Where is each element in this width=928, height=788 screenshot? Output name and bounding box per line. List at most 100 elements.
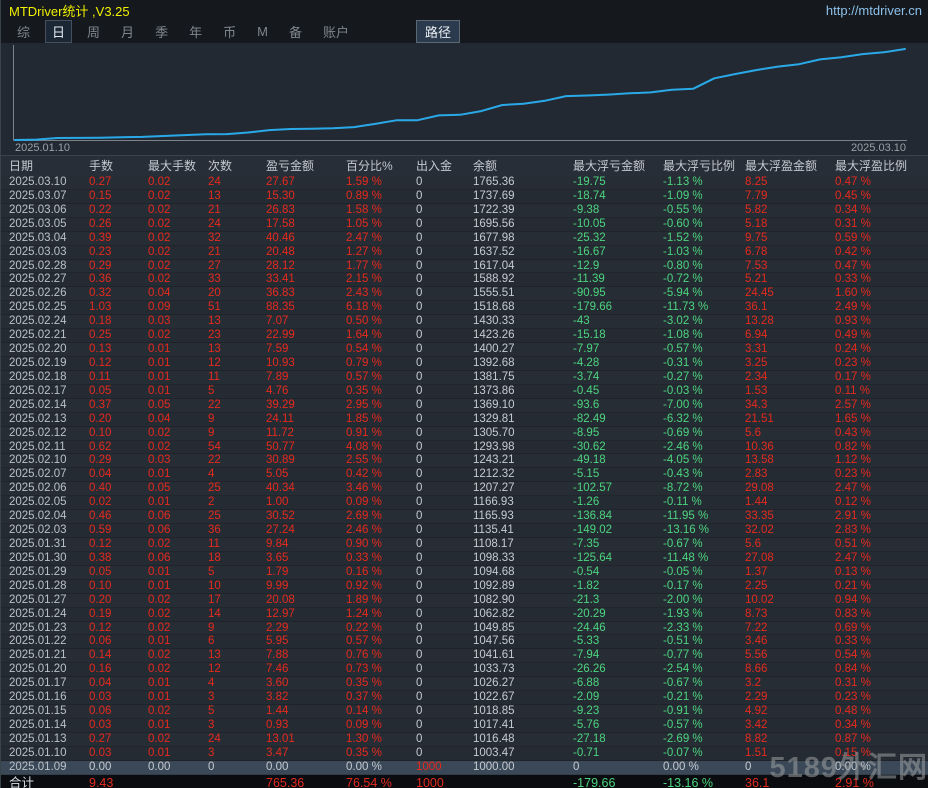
table-row[interactable]: 2025.01.10 0.03 0.01 3 3.47 0.35 % 0 1003.47 -0.… [1, 746, 928, 761]
table-row[interactable]: 2025.03.10 0.27 0.02 24 27.67 1.59 % 0 1765.36 -… [1, 176, 928, 190]
table-row[interactable]: 2025.02.28 0.29 0.02 27 28.12 1.77 % 0 1617.04 -… [1, 259, 928, 274]
column-header[interactable]: 盈亏金额 [264, 156, 344, 176]
cell: 0.02 [148, 217, 171, 230]
table-row[interactable]: 2025.03.07 0.15 0.02 13 15.30 0.89 % 0 1737.69 -… [1, 189, 928, 204]
table-row[interactable]: 2025.02.06 0.40 0.05 25 40.34 3.46 % 0 1207.27 -… [1, 482, 928, 497]
table-row[interactable]: 2025.02.27 0.36 0.02 33 33.41 2.15 % 0 1588.92 -… [1, 273, 928, 288]
cell: 2025.03.10 [9, 176, 67, 188]
column-header[interactable]: 最大手数 [146, 156, 206, 176]
cell: 1400.27 [473, 343, 515, 356]
table-row[interactable]: 2025.03.06 0.22 0.02 21 26.83 1.58 % 0 1722.39 -… [1, 203, 928, 218]
cell: -3.74 [573, 370, 600, 383]
table-row[interactable]: 2025.01.28 0.10 0.01 10 9.99 0.92 % 0 1092.89 -1… [1, 579, 928, 594]
table-row[interactable]: 2025.02.17 0.05 0.01 5 4.76 0.35 % 0 1373.86 -0.… [1, 384, 928, 399]
table-row[interactable]: 2025.01.31 0.12 0.02 11 9.84 0.90 % 0 1108.17 -7… [1, 537, 928, 552]
table-row[interactable]: 2025.01.21 0.14 0.02 13 7.88 0.76 % 0 1041.61 -7… [1, 649, 928, 664]
menu-item-10[interactable]: 账户 [317, 21, 355, 42]
cell: -18.74 [573, 189, 606, 202]
table-row[interactable]: 2025.01.30 0.38 0.06 18 3.65 0.33 % 0 1098.33 -1… [1, 551, 928, 566]
column-header[interactable]: 百分比% [344, 156, 414, 176]
column-header[interactable]: 最大浮亏比例 [661, 156, 743, 176]
table-row[interactable]: 2025.02.10 0.29 0.03 22 30.89 2.55 % 0 1243.21 -… [1, 454, 928, 469]
column-header[interactable]: 最大浮盈比例 [833, 156, 928, 176]
cell: 1.79 [266, 565, 289, 578]
cell: 6 [208, 635, 215, 648]
menu-item-2[interactable]: 日 [45, 20, 73, 43]
cell: 2025.01.09 [9, 760, 67, 773]
table-row[interactable]: 2025.01.13 0.27 0.02 24 13.01 1.30 % 0 1016.48 -… [1, 732, 928, 747]
cell: 6.94 [745, 329, 768, 342]
cell: 2025.02.28 [9, 259, 67, 272]
table-row[interactable]: 2025.02.03 0.59 0.06 36 27.24 2.46 % 0 1135.41 -… [1, 524, 928, 538]
table-row[interactable]: 2025.02.14 0.37 0.05 22 39.29 2.95 % 0 1369.10 -… [1, 398, 928, 413]
table-row[interactable]: 2025.02.20 0.13 0.01 13 7.59 0.54 % 0 1400.27 -7… [1, 343, 928, 357]
cell: -25.32 [573, 231, 606, 244]
table-row[interactable]: 2025.01.17 0.04 0.01 4 3.60 0.35 % 0 1026.27 -6.… [1, 677, 928, 692]
table-row[interactable]: 2025.02.13 0.20 0.04 9 24.11 1.85 % 0 1329.81 -8… [1, 412, 928, 427]
column-header[interactable]: 出入金 [414, 156, 471, 176]
menu-item-3[interactable]: 周 [81, 21, 106, 42]
column-header[interactable]: 最大浮盈金额 [743, 156, 833, 176]
cell: 1000 [416, 760, 442, 773]
table-row[interactable]: 2025.02.26 0.32 0.04 20 36.83 2.43 % 0 1555.51 -… [1, 287, 928, 302]
cell: 0.03 [148, 315, 171, 328]
cell: 27.67 [266, 176, 295, 188]
cell: 4.92 [745, 705, 768, 718]
cell: 10.36 [745, 440, 774, 453]
path-button[interactable]: 路径 [415, 20, 460, 43]
menu-item-9[interactable]: 备 [283, 21, 308, 42]
table-row[interactable]: 2025.02.04 0.46 0.06 25 30.52 2.69 % 0 1165.93 -… [1, 510, 928, 525]
table-row[interactable]: 2025.02.19 0.12 0.01 12 10.93 0.79 % 0 1392.68 -… [1, 356, 928, 371]
cell: 24.11 [266, 412, 294, 425]
cell: 0.09 % [346, 718, 382, 731]
menu-item-5[interactable]: 季 [149, 21, 174, 42]
table-row[interactable]: 2025.01.23 0.12 0.02 9 2.29 0.22 % 0 1049.85 -24… [1, 621, 928, 636]
table-row[interactable]: 2025.02.12 0.10 0.02 9 11.72 0.91 % 0 1305.70 -8… [1, 426, 928, 441]
table-row[interactable]: 2025.02.21 0.25 0.02 23 22.99 1.64 % 0 1423.26 -… [1, 329, 928, 344]
table-row[interactable]: 2025.02.18 0.11 0.01 11 7.89 0.57 % 0 1381.75 -3… [1, 370, 928, 385]
table-row[interactable]: 2025.02.07 0.04 0.01 4 5.05 0.42 % 0 1212.32 -5.… [1, 468, 928, 483]
cell: -6.88 [573, 677, 600, 690]
cell: 0 [416, 663, 423, 676]
cell: -1.13 % [663, 176, 703, 188]
table-row[interactable]: 2025.01.16 0.03 0.01 3 3.82 0.37 % 0 1022.67 -2.… [1, 691, 928, 706]
table-row[interactable]: 2025.01.24 0.19 0.02 14 12.97 1.24 % 0 1062.82 -… [1, 607, 928, 622]
table-row[interactable]: 2025.01.27 0.20 0.02 17 20.08 1.89 % 0 1082.90 -… [1, 593, 928, 608]
cell: -102.57 [573, 482, 613, 495]
cell: 0.01 [148, 356, 171, 369]
cell: 2025.03.04 [9, 231, 67, 244]
cell: -0.69 % [663, 426, 703, 439]
table-row[interactable]: 2025.01.09 0.00 0.00 0 0.00 0.00 % 1000 1000.00… [1, 760, 928, 775]
table-row[interactable]: 2025.02.25 1.03 0.09 51 88.35 6.18 % 0 1518.68 -… [1, 301, 928, 316]
menu-item-8[interactable]: M [251, 23, 274, 40]
column-header[interactable]: 最大浮亏金额 [571, 156, 661, 176]
table-row[interactable]: 2025.02.24 0.18 0.03 13 7.07 0.50 % 0 1430.33 -4… [1, 315, 928, 330]
table-row[interactable]: 2025.01.22 0.06 0.01 6 5.95 0.57 % 0 1047.56 -5.… [1, 635, 928, 650]
column-header[interactable]: 次数 [206, 156, 264, 176]
table-row[interactable]: 2025.01.15 0.06 0.02 5 1.44 0.14 % 0 1018.85 -9.… [1, 705, 928, 719]
table-row[interactable]: 2025.03.04 0.39 0.02 32 40.46 2.47 % 0 1677.98 -… [1, 231, 928, 246]
cell: 0.47 % [835, 176, 871, 188]
column-header[interactable]: 日期 [1, 156, 87, 176]
table-row[interactable]: 2025.01.20 0.16 0.02 12 7.46 0.73 % 0 1033.73 -2… [1, 663, 928, 678]
cell: 0.39 [89, 231, 112, 244]
menu-item-4[interactable]: 月 [115, 21, 140, 42]
cell: 2025.02.26 [9, 287, 67, 300]
column-header[interactable]: 手数 [87, 156, 146, 176]
table-row[interactable]: 2025.01.14 0.03 0.01 3 0.93 0.09 % 0 1017.41 -5.… [1, 718, 928, 733]
cell: 13.58 [745, 454, 774, 467]
app-url-link[interactable]: http://mtdriver.cn [826, 3, 922, 18]
table-row[interactable]: 2025.03.03 0.23 0.02 21 20.48 1.27 % 0 1637.52 -… [1, 245, 928, 260]
table-row[interactable]: 2025.03.05 0.26 0.02 24 17.58 1.05 % 0 1695.56 -… [1, 217, 928, 232]
cell: 0.12 [89, 356, 112, 369]
table-row[interactable]: 2025.01.29 0.05 0.01 5 1.79 0.16 % 0 1094.68 -0.… [1, 565, 928, 580]
cell: -5.33 [573, 635, 600, 648]
column-header[interactable]: 余额 [471, 156, 571, 176]
menu-item-1[interactable]: 综 [11, 21, 36, 42]
cell: 0.01 [148, 343, 171, 356]
menu-item-7[interactable]: 币 [217, 21, 242, 42]
table-row[interactable]: 2025.02.05 0.02 0.01 2 1.00 0.09 % 0 1166.93 -1.… [1, 496, 928, 511]
cell: 40.34 [266, 482, 295, 495]
table-row[interactable]: 2025.02.11 0.62 0.02 54 50.77 4.08 % 0 1293.98 -… [1, 440, 928, 455]
menu-item-6[interactable]: 年 [183, 21, 208, 42]
